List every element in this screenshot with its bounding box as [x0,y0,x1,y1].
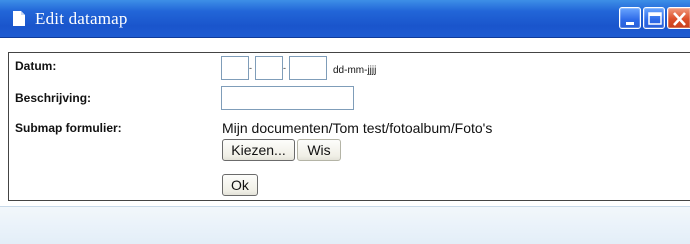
close-button[interactable] [667,7,690,29]
datum-label: Datum: [15,59,57,73]
submap-path: Mijn documenten/Tom test/fotoalbum/Foto'… [222,120,493,136]
window-footer [0,206,690,244]
date-format-hint: dd-mm-jjjj [333,65,377,76]
title-bar[interactable]: Edit datamap [0,0,690,38]
date-separator: - [283,63,286,73]
maximize-icon [648,12,662,25]
ok-button[interactable]: Ok [222,174,258,196]
edit-datamap-window: Edit datamap Datum: - - dd-mm-jjjj Besch… [0,0,690,244]
date-year-input[interactable] [289,56,327,80]
kiezen-button[interactable]: Kiezen... [222,139,295,161]
maximize-button[interactable] [643,7,665,29]
beschrijving-input[interactable] [221,86,354,110]
form-panel: Datum: - - dd-mm-jjjj Beschrijving: Subm… [8,52,690,201]
wis-button[interactable]: Wis [297,139,341,161]
window-title: Edit datamap [35,9,128,28]
minimize-icon [626,22,634,25]
minimize-button[interactable] [619,7,641,29]
document-icon [13,11,25,26]
date-separator: - [249,63,252,73]
date-day-input[interactable] [221,56,249,80]
close-icon [673,12,686,26]
date-month-input[interactable] [255,56,283,80]
beschrijving-label: Beschrijving: [15,91,92,105]
submap-label: Submap formulier: [15,121,122,135]
